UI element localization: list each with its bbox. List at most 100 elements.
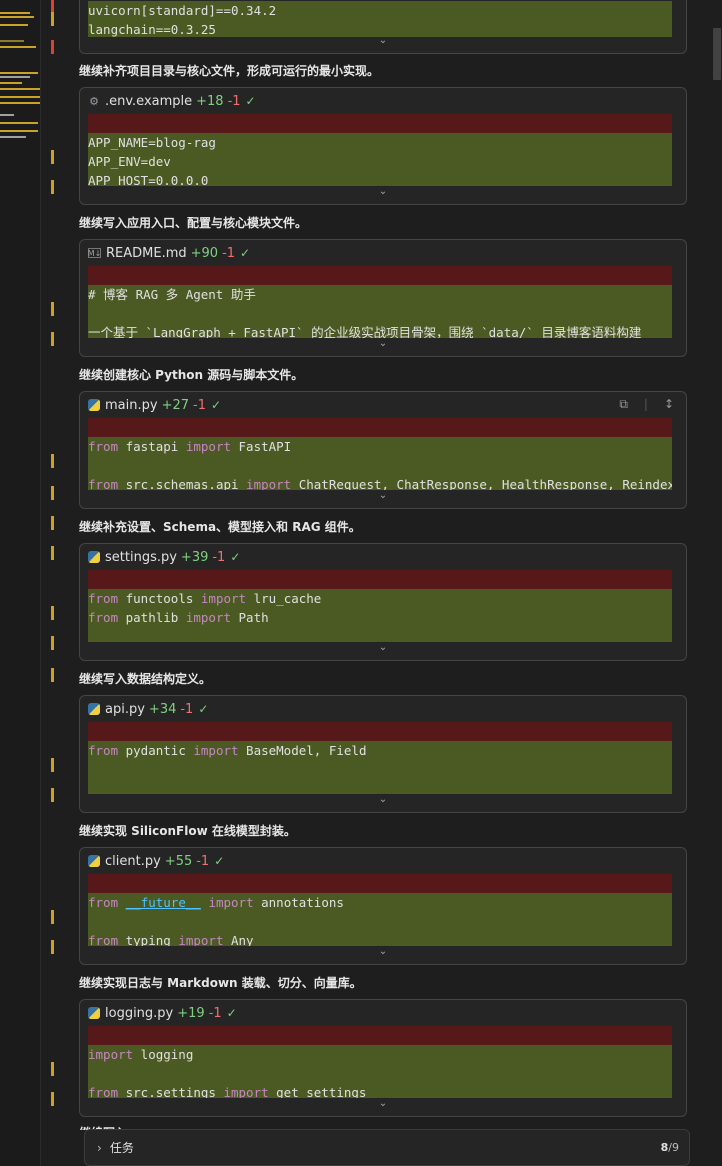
diff-card-header[interactable]: M↓ README.md +90 -1 ✓ [80,240,686,266]
change-marker [51,486,54,500]
check-icon: ✓ [226,1006,237,1020]
diff-card[interactable]: M↓ README.md +90 -1 ✓ # 博客 RAG 多 Agent 助手 一个基于… [79,239,687,357]
card-tools: ⧉ | ↕ [619,397,674,412]
diff-card[interactable]: settings.py +39 -1 ✓ from functools import l… [79,543,687,661]
diff-card-header[interactable]: client.py +55 -1 ✓ [80,848,686,874]
code-token: get_settings [268,1085,367,1098]
code-line: from pathlib import Path [88,608,672,627]
expand-chevron-icon[interactable]: ⌄ [80,642,686,653]
minimap-line [0,136,26,138]
diff-card-header[interactable]: main.py +27 -1 ✓ ⧉ | ↕ [80,392,686,418]
file-name[interactable]: api.py [105,702,145,717]
change-marker [51,668,54,682]
expand-chevron-icon[interactable]: ⌄ [80,186,686,197]
code-line: APP_NAME=blog-rag [88,133,672,152]
change-marker [51,40,54,54]
code-token: import [193,743,239,758]
code-line: from src.settings import get_settings [88,1083,672,1098]
python-icon [88,703,100,715]
step-caption: 继续补充设置、Schema、模型接入和 RAG 组件。 [79,520,361,534]
code-token: from [88,610,119,625]
diff-card-header[interactable]: settings.py +39 -1 ✓ [80,544,686,570]
code-token: annotations [253,895,344,910]
code-token: from [88,743,119,758]
file-name[interactable]: .env.example [105,94,192,109]
file-name[interactable]: README.md [106,246,187,261]
step-caption: 继续写入应用入口、配置与核心模块文件。 [79,216,308,230]
change-marker [51,788,54,802]
step-caption: 继续实现 SiliconFlow 在线模型封装。 [79,824,296,838]
minimap-line [0,96,40,98]
diff-card[interactable]: main.py +27 -1 ✓ ⧉ | ↕ from fastapi import Fast… [79,391,687,509]
code-line: # 博客 RAG 多 Agent 助手 [88,285,672,304]
file-name[interactable]: client.py [105,854,161,869]
code-token: lru_cache [246,591,322,606]
lines-removed: -1 [222,245,236,261]
diff-card[interactable]: ⚙ .env.example +18 -1 ✓ APP_NAME=blog-rag APP_… [79,87,687,205]
copy-icon[interactable]: ⧉ [619,397,628,412]
minimap-line [0,130,38,132]
code-line: from pydantic import BaseModel, Field [88,741,672,760]
check-icon: ✓ [240,246,251,260]
lines-added: +39 [180,549,209,565]
removed-line [88,266,672,285]
file-name[interactable]: logging.py [105,1006,173,1021]
diff-card[interactable]: client.py +55 -1 ✓ from __future__ import an… [79,847,687,965]
code-token: from [88,591,119,606]
check-icon: ✓ [245,94,256,108]
step-caption: 继续写入数据结构定义。 [79,672,212,686]
expand-chevron-icon[interactable]: ⌄ [80,946,686,957]
check-icon: ✓ [214,854,225,868]
file-name[interactable]: main.py [105,398,158,413]
expand-chevron-icon[interactable]: ⌄ [80,490,686,501]
expand-chevron-icon[interactable]: ⌄ [80,1098,686,1109]
diff-card[interactable]: api.py +34 -1 ✓ from pydantic import BaseMod… [79,695,687,813]
code-token: __future__ [125,895,201,910]
code-token: src.schemas.api [118,477,247,490]
change-marker [51,150,54,164]
code-token: from [88,439,119,454]
lines-added: +34 [148,701,177,717]
minimap-line [0,46,36,48]
diff-body: APP_NAME=blog-rag APP_ENV=dev APP_HOST=0.0… [88,114,672,186]
change-marker [51,12,54,26]
code-token: from [88,933,119,946]
diff-body: # 博客 RAG 多 Agent 助手 一个基于 `LangGraph + Fas… [88,266,672,338]
diff-card[interactable]: logging.py +19 -1 ✓ import logging from src.s… [79,999,687,1117]
removed-line [88,570,672,589]
diff-body: uvicorn[standard]==0.34.2 langchain==0.3… [88,1,672,37]
expand-chevron-icon[interactable]: ⌄ [80,338,686,349]
change-marker [51,606,54,620]
code-token: import [178,933,224,946]
diff-card-header[interactable]: ⚙ .env.example +18 -1 ✓ [80,88,686,114]
change-marker [51,546,54,560]
diff-body: from __future__ import annotations from t… [88,874,672,946]
code-token: ChatRequest, ChatResponse, HealthRespons… [291,477,672,490]
scrollbar-thumb[interactable] [713,28,721,80]
scrollbar[interactable] [712,0,722,1166]
diff-card-requirements[interactable]: uvicorn[standard]==0.34.2 langchain==0.3… [79,0,687,54]
chevron-right-icon[interactable]: › [97,1141,102,1155]
code-token: Path [231,610,269,625]
lines-removed: -1 [212,549,226,565]
file-name[interactable]: settings.py [105,550,177,565]
minimap-line [0,72,38,74]
tasks-panel[interactable]: › 任务 8/9 [84,1129,690,1166]
code-token: pydantic [118,743,194,758]
lines-added: +19 [177,1005,205,1021]
check-icon: ✓ [230,550,241,564]
minimap[interactable] [0,0,40,1166]
lines-removed: -1 [208,1005,222,1021]
expand-chevron-icon[interactable]: ⌄ [80,35,686,46]
removed-line [88,722,672,741]
diff-card-header[interactable]: logging.py +19 -1 ✓ [80,1000,686,1026]
step-caption: 继续创建核心 Python 源码与脚本文件。 [79,368,304,382]
expand-vertical-icon[interactable]: ↕ [664,397,674,412]
minimap-line [0,102,40,104]
removed-line [88,874,672,893]
expand-chevron-icon[interactable]: ⌄ [80,794,686,805]
diff-card-header[interactable]: api.py +34 -1 ✓ [80,696,686,722]
